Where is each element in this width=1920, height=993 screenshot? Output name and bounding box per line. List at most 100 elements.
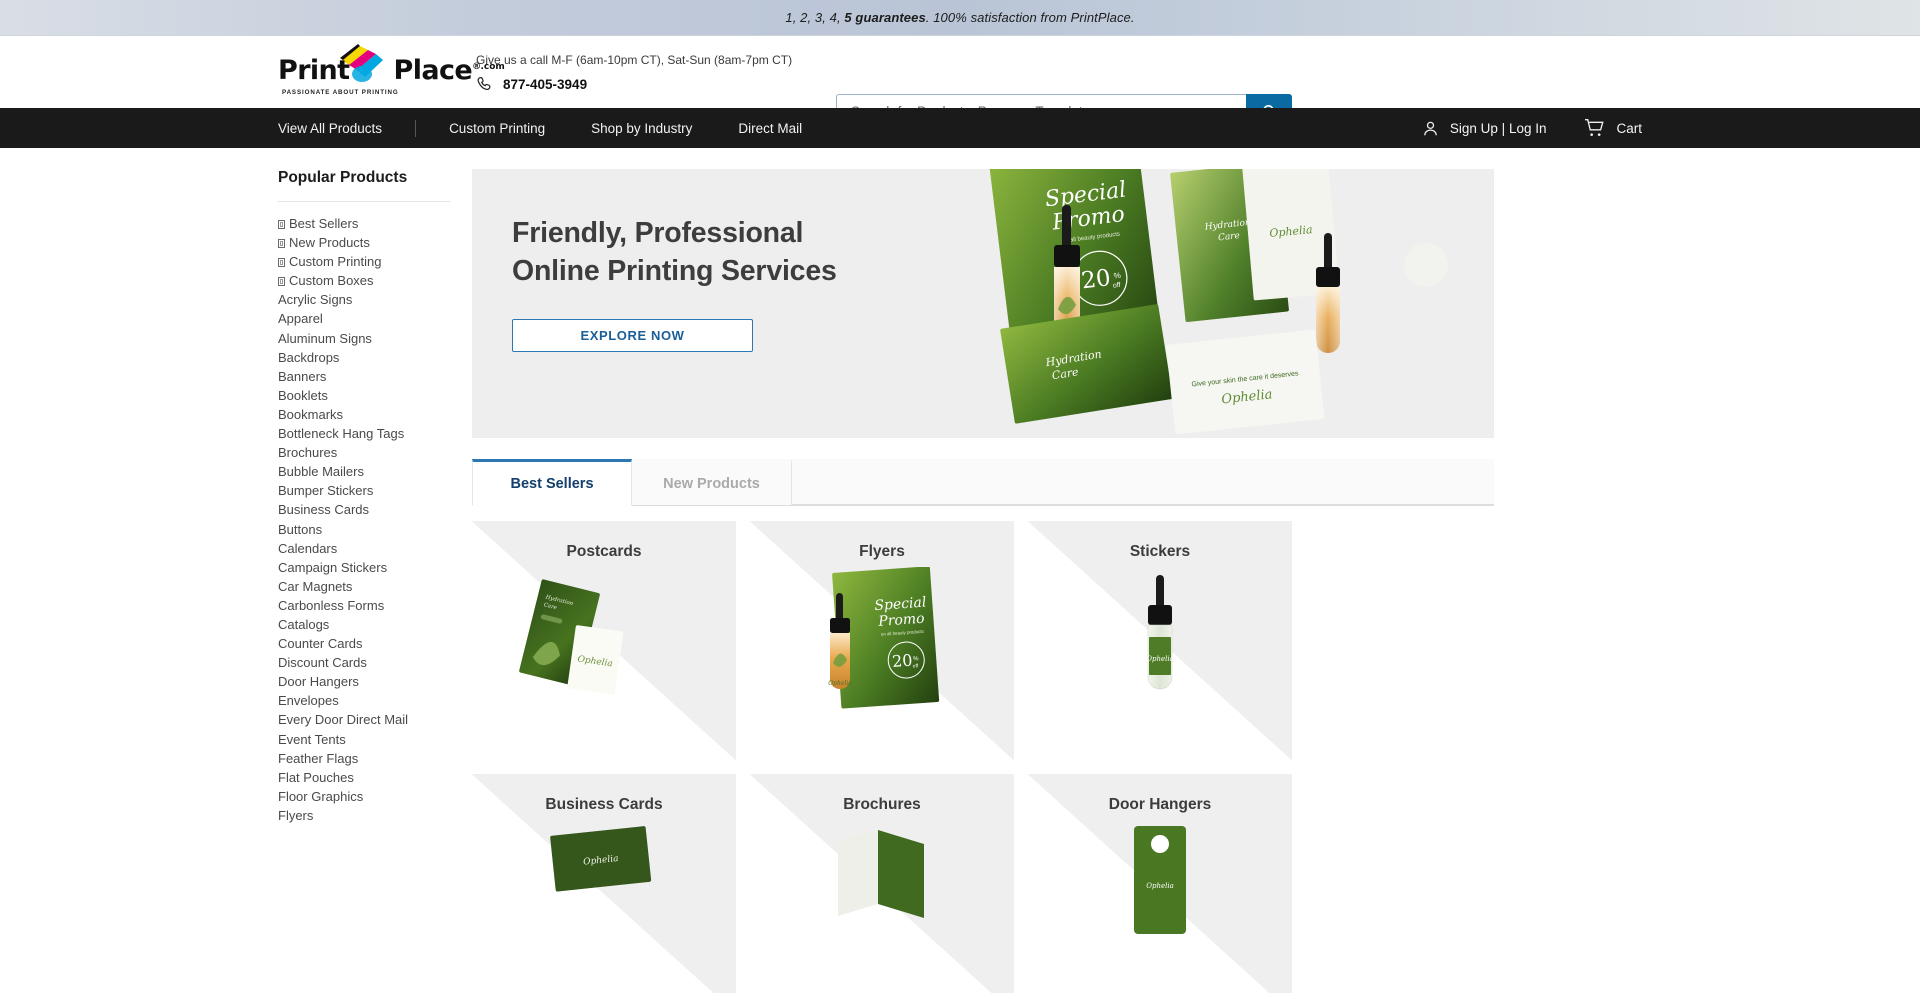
svg-text:20: 20 <box>891 651 913 671</box>
sidebar-item-business-cards[interactable]: Business Cards <box>278 501 450 520</box>
logo-print: Print <box>278 55 350 86</box>
printplace-logo[interactable]: Print Place®.com PASSIONATE ABOUT PRINTIN… <box>278 44 505 96</box>
nav-item-shop-by-industry[interactable]: Shop by Industry <box>591 121 692 136</box>
logo-registered: ® <box>472 62 481 72</box>
hero-title-line1: Friendly, Professional <box>512 217 804 249</box>
logo-dotcom: .com <box>480 62 505 72</box>
sidebar-item-aluminum-signs[interactable]: Aluminum Signs <box>278 330 450 349</box>
sidebar-item-floor-graphics[interactable]: Floor Graphics <box>278 788 450 807</box>
product-grid: Postcards Hydration Care Ophelia Flyers … <box>472 506 1494 993</box>
sidebar-item-discount-cards[interactable]: Discount Cards <box>278 654 450 673</box>
hero-title: Friendly, Professional Online Printing S… <box>512 215 942 291</box>
user-icon <box>1424 121 1437 135</box>
product-card-title: Stickers <box>1129 543 1191 560</box>
sidebar-item-backdrops[interactable]: Backdrops <box>278 349 450 368</box>
sidebar-featured-item[interactable]: New Products <box>278 234 450 253</box>
sidebar-item-bookmarks[interactable]: Bookmarks <box>278 406 450 425</box>
sidebar-featured-item[interactable]: Best Sellers <box>278 215 450 234</box>
logo-wordmark: Print Place®.com <box>278 55 505 86</box>
sidebar-item-feather-flags[interactable]: Feather Flags <box>278 750 450 769</box>
product-card-title: Door Hangers <box>1108 796 1212 813</box>
svg-text:Ophelia: Ophelia <box>1146 655 1174 663</box>
sidebar-item-door-hangers[interactable]: Door Hangers <box>278 673 450 692</box>
sidebar-item-label: Custom Printing <box>289 254 382 270</box>
nav-item-view-all-products[interactable]: View All Products <box>278 121 382 136</box>
postcards-mockup: Hydration Care Ophelia <box>519 579 624 695</box>
product-card-title: Flyers <box>859 543 905 560</box>
sidebar-item-bubble-mailers[interactable]: Bubble Mailers <box>278 463 450 482</box>
product-card-title: Postcards <box>566 543 642 560</box>
missing-glyph-icon <box>278 239 285 249</box>
door-hangers-mockup: Ophelia <box>1134 826 1186 934</box>
contact-phone[interactable]: 877-405-3949 <box>476 75 792 93</box>
sidebar-item-catalogs[interactable]: Catalogs <box>278 616 450 635</box>
stickers-mockup: Ophelia <box>1146 575 1174 690</box>
business-cards-image: Ophelia <box>472 820 736 993</box>
promo-suffix: . 100% satisfaction from PrintPlace. <box>925 10 1135 25</box>
sidebar-item-car-magnets[interactable]: Car Magnets <box>278 578 450 597</box>
missing-glyph-icon <box>278 220 285 229</box>
product-tabs: Best Sellers New Products <box>472 459 1494 506</box>
svg-text:Promo: Promo <box>877 611 925 630</box>
sidebar-featured-item[interactable]: Custom Printing <box>278 253 450 272</box>
promo-banner-text: 1, 2, 3, 4, 5 guarantees. 100% satisfact… <box>785 10 1134 25</box>
account-link[interactable]: Sign Up | Log In <box>1421 119 1546 138</box>
sidebar-divider <box>278 201 450 202</box>
svg-text:off: off <box>1113 282 1122 290</box>
missing-glyph-icon <box>278 258 285 268</box>
sidebar-item-carbonless-forms[interactable]: Carbonless Forms <box>278 597 450 616</box>
sidebar-item-acrylic-signs[interactable]: Acrylic Signs <box>278 291 450 310</box>
product-card-title: Business Cards <box>545 796 663 813</box>
sidebar-item-buttons[interactable]: Buttons <box>278 521 450 540</box>
nav-links: View All Products Custom Printing Shop b… <box>278 119 802 137</box>
explore-now-button[interactable]: EXPLORE NOW <box>512 318 753 352</box>
sidebar-item-bumper-stickers[interactable]: Bumper Stickers <box>278 482 450 501</box>
hero-banner[interactable]: Special Promo on all beauty products 20 … <box>472 169 1494 438</box>
stickers-image: Ophelia <box>1028 567 1292 742</box>
sidebar-item-apparel[interactable]: Apparel <box>278 310 450 329</box>
hero-title-line2: Online Printing Services <box>512 254 837 287</box>
sidebar-item-event-tents[interactable]: Event Tents <box>278 731 450 750</box>
product-card-door-hangers[interactable]: Door Hangers Ophelia <box>1028 774 1292 993</box>
product-card-stickers[interactable]: Stickers Ophelia <box>1028 521 1292 760</box>
promo-banner: 1, 2, 3, 4, 5 guarantees. 100% satisfact… <box>0 0 1920 36</box>
door-hangers-image: Ophelia <box>1028 820 1292 993</box>
sidebar-title: Popular Products <box>278 169 408 186</box>
sidebar-item-every-door-direct-mail[interactable]: Every Door Direct Mail <box>278 711 450 730</box>
sidebar-item-flyers[interactable]: Flyers <box>278 807 450 826</box>
product-card-brochures[interactable]: Brochures <box>750 774 1014 993</box>
cart-icon <box>1585 119 1605 136</box>
product-card-postcards[interactable]: Postcards Hydration Care Ophelia <box>472 521 736 760</box>
site-header: Print Place®.com PASSIONATE ABOUT PRINTIN… <box>0 36 1920 128</box>
sidebar-item-banners[interactable]: Banners <box>278 368 450 387</box>
contact-hours: Give us a call M-F (6am-10pm CT), Sat-Su… <box>476 53 793 67</box>
sidebar-item-booklets[interactable]: Booklets <box>278 387 450 406</box>
sidebar-featured-item[interactable]: Custom Boxes <box>278 272 450 291</box>
tab-new-products[interactable]: New Products <box>632 459 792 505</box>
sidebar-item-label: Best Sellers <box>289 216 359 231</box>
flyers-image: Special Promo on all beauty products 20 … <box>750 566 1014 742</box>
cart-link[interactable]: Cart <box>1584 118 1642 138</box>
sidebar-item-counter-cards[interactable]: Counter Cards <box>278 635 450 654</box>
sidebar-item-campaign-stickers[interactable]: Campaign Stickers <box>278 559 450 578</box>
tab-best-sellers[interactable]: Best Sellers <box>472 459 632 506</box>
flyers-mockup: Special Promo on all beauty products 20 … <box>828 566 940 709</box>
sidebar-product-list: Acrylic Signs Apparel Aluminum Signs Backdr… <box>278 291 450 826</box>
sidebar-item-flat-pouches[interactable]: Flat Pouches <box>278 769 450 788</box>
header-contact: Give us a call M-F (6am-10pm CT), Sat-Su… <box>476 51 792 93</box>
svg-text:20: 20 <box>1080 265 1112 294</box>
product-card-business-cards[interactable]: Business Cards Ophelia <box>472 774 736 993</box>
product-card-flyers[interactable]: Flyers Special Promo on all beauty produ… <box>750 521 1014 760</box>
contact-phone-number: 877-405-3949 <box>503 76 588 92</box>
main-nav: View All Products Custom Printing Shop b… <box>0 108 1920 148</box>
nav-item-custom-printing[interactable]: Custom Printing <box>449 121 545 136</box>
nav-item-direct-mail[interactable]: Direct Mail <box>738 121 802 136</box>
logo-tagline: PASSIONATE ABOUT PRINTING <box>282 89 399 96</box>
cart-label: Cart <box>1616 120 1642 136</box>
sidebar-item-brochures[interactable]: Brochures <box>278 444 450 463</box>
sidebar-item-bottleneck-hang-tags[interactable]: Bottleneck Hang Tags <box>278 425 450 444</box>
sidebar-item-envelopes[interactable]: Envelopes <box>278 692 450 711</box>
logo-place: Place <box>393 55 473 86</box>
sidebar-item-label: Custom Boxes <box>289 273 374 289</box>
sidebar-item-calendars[interactable]: Calendars <box>278 540 450 559</box>
